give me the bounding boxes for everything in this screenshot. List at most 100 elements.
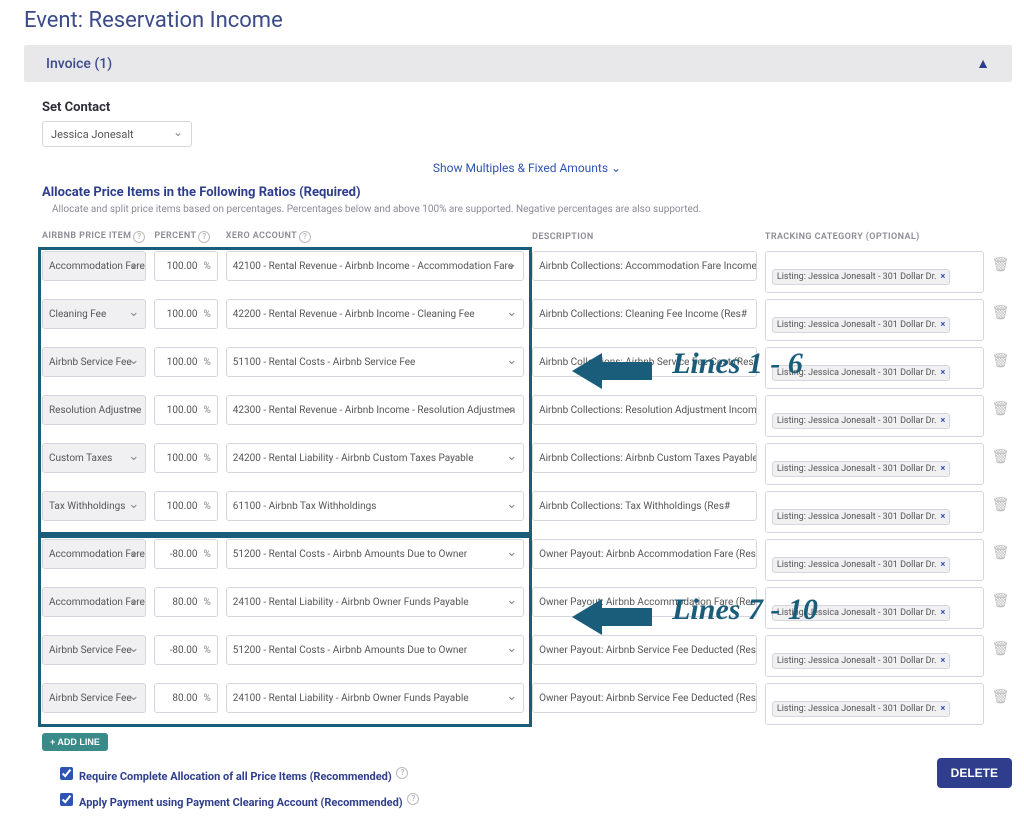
tracking-category-input[interactable]: Listing: Jessica Jonesalt - 301 Dollar D…: [765, 443, 984, 485]
trash-icon[interactable]: 🗑: [992, 395, 1004, 417]
tracking-category-input[interactable]: Listing: Jessica Jonesalt - 301 Dollar D…: [765, 395, 984, 437]
tracking-tag: Listing: Jessica Jonesalt - 301 Dollar D…: [772, 269, 950, 285]
help-icon[interactable]: ?: [299, 231, 311, 243]
price-item-select[interactable]: Accommodation Fare: [42, 251, 146, 281]
check-apply-payment-box[interactable]: [60, 793, 73, 806]
chevron-down-icon: ⌄: [611, 161, 621, 175]
table-row: Custom Taxes 100.00% 24200 - Rental Liabil…: [42, 443, 1012, 485]
price-item-select[interactable]: Airbnb Service Fee: [42, 635, 146, 665]
percent-input[interactable]: 80.00%: [154, 683, 217, 713]
page-title: Event: Reservation Income: [24, 8, 1012, 33]
description-input[interactable]: Airbnb Collections: Resolution Adjustmen…: [532, 395, 757, 425]
tracking-category-input[interactable]: Listing: Jessica Jonesalt - 301 Dollar D…: [765, 539, 984, 581]
add-line-button[interactable]: + ADD LINE: [42, 733, 108, 751]
description-input[interactable]: Airbnb Collections: Airbnb Custom Taxes …: [532, 443, 757, 473]
table-row: Airbnb Service Fee 80.00% 24100 - Rental L…: [42, 683, 1012, 725]
percent-input[interactable]: 80.00%: [154, 587, 217, 617]
xero-account-select[interactable]: 42200 - Rental Revenue - Airbnb Income -…: [226, 299, 524, 329]
allocate-subtext: Allocate and split price items based on …: [52, 204, 1012, 215]
remove-tag-icon[interactable]: ×: [940, 656, 945, 666]
percent-input[interactable]: -80.00%: [154, 635, 217, 665]
col-percent-header: PERCENT: [154, 231, 196, 241]
description-input[interactable]: Airbnb Collections: Accommodation Fare I…: [532, 251, 757, 281]
xero-account-select[interactable]: 51100 - Rental Costs - Airbnb Service Fe…: [226, 347, 524, 377]
delete-button[interactable]: DELETE: [937, 758, 1012, 788]
xero-account-select[interactable]: 51200 - Rental Costs - Airbnb Amounts Du…: [226, 635, 524, 665]
remove-tag-icon[interactable]: ×: [940, 416, 945, 426]
description-input[interactable]: Owner Payout: Airbnb Service Fee Deducte…: [532, 635, 757, 665]
trash-icon[interactable]: 🗑: [992, 635, 1004, 657]
percent-input[interactable]: 100.00%: [154, 299, 217, 329]
description-input[interactable]: Airbnb Collections: Cleaning Fee Income …: [532, 299, 757, 329]
tracking-category-input[interactable]: Listing: Jessica Jonesalt - 301 Dollar D…: [765, 251, 984, 293]
help-icon[interactable]: ?: [407, 793, 419, 805]
remove-tag-icon[interactable]: ×: [940, 320, 945, 330]
show-multiples-link[interactable]: Show Multiples & Fixed Amounts ⌄: [433, 161, 621, 175]
price-item-select[interactable]: Cleaning Fee: [42, 299, 146, 329]
remove-tag-icon[interactable]: ×: [940, 704, 945, 714]
tracking-category-input[interactable]: Listing: Jessica Jonesalt - 301 Dollar D…: [765, 491, 984, 533]
check-complete-allocation[interactable]: Require Complete Allocation of all Price…: [60, 767, 1012, 783]
description-input[interactable]: Airbnb Collections: Tax Withholdings (Re…: [532, 491, 757, 521]
remove-tag-icon[interactable]: ×: [940, 368, 945, 378]
help-icon[interactable]: ?: [133, 231, 145, 243]
trash-icon[interactable]: 🗑: [992, 251, 1004, 273]
percent-input[interactable]: 100.00%: [154, 347, 217, 377]
tracking-category-input[interactable]: Listing: Jessica Jonesalt - 301 Dollar D…: [765, 635, 984, 677]
percent-input[interactable]: 100.00%: [154, 251, 217, 281]
trash-icon[interactable]: 🗑: [992, 491, 1004, 513]
xero-account-select[interactable]: 24200 - Rental Liability - Airbnb Custom…: [226, 443, 524, 473]
remove-tag-icon[interactable]: ×: [940, 272, 945, 282]
remove-tag-icon[interactable]: ×: [940, 512, 945, 522]
help-icon[interactable]: ?: [198, 231, 210, 243]
check-apply-payment[interactable]: Apply Payment using Payment Clearing Acc…: [60, 793, 1012, 809]
percent-input[interactable]: 100.00%: [154, 443, 217, 473]
price-item-select[interactable]: Accommodation Fare: [42, 539, 146, 569]
invoice-label: Invoice (1): [46, 56, 112, 72]
trash-icon[interactable]: 🗑: [992, 539, 1004, 561]
trash-icon[interactable]: 🗑: [992, 347, 1004, 369]
price-item-select[interactable]: Airbnb Service Fee: [42, 683, 146, 713]
check-complete-allocation-box[interactable]: [60, 767, 73, 780]
tracking-category-input[interactable]: Listing: Jessica Jonesalt - 301 Dollar D…: [765, 299, 984, 341]
remove-tag-icon[interactable]: ×: [940, 464, 945, 474]
contact-value: Jessica Jonesalt: [51, 128, 134, 141]
xero-account-select[interactable]: 61100 - Airbnb Tax Withholdings: [226, 491, 524, 521]
description-input[interactable]: Owner Payout: Airbnb Service Fee Deducte…: [532, 683, 757, 713]
xero-account-select[interactable]: 24100 - Rental Liability - Airbnb Owner …: [226, 587, 524, 617]
col-account-header: XERO ACCOUNT: [226, 231, 297, 241]
table-row: Airbnb Service Fee -80.00% 51200 - Rental …: [42, 635, 1012, 677]
col-tracking-header: TRACKING CATEGORY (OPTIONAL): [765, 232, 920, 242]
description-input[interactable]: Owner Payout: Airbnb Accommodation Fare …: [532, 539, 757, 569]
tracking-tag: Listing: Jessica Jonesalt - 301 Dollar D…: [772, 557, 950, 573]
annotation-text-1: Lines 1 - 6: [672, 347, 803, 381]
xero-account-select[interactable]: 42300 - Rental Revenue - Airbnb Income -…: [226, 395, 524, 425]
xero-account-select[interactable]: 24100 - Rental Liability - Airbnb Owner …: [226, 683, 524, 713]
annotation-arrow-1: [572, 353, 652, 389]
percent-input[interactable]: 100.00%: [154, 491, 217, 521]
annotation-text-2: Lines 7 - 10: [672, 593, 818, 627]
tracking-category-input[interactable]: Listing: Jessica Jonesalt - 301 Dollar D…: [765, 683, 984, 725]
table-row: Tax Withholdings 100.00% 61100 - Airbnb Ta…: [42, 491, 1012, 533]
price-item-select[interactable]: Custom Taxes: [42, 443, 146, 473]
price-item-select[interactable]: Airbnb Service Fee: [42, 347, 146, 377]
trash-icon[interactable]: 🗑: [992, 443, 1004, 465]
trash-icon[interactable]: 🗑: [992, 299, 1004, 321]
xero-account-select[interactable]: 42100 - Rental Revenue - Airbnb Income -…: [226, 251, 524, 281]
price-item-select[interactable]: Resolution Adjustme: [42, 395, 146, 425]
percent-input[interactable]: 100.00%: [154, 395, 217, 425]
tracking-tag: Listing: Jessica Jonesalt - 301 Dollar D…: [772, 461, 950, 477]
table-row: Accommodation Fare 100.00% 42100 - Rental …: [42, 251, 1012, 293]
trash-icon[interactable]: 🗑: [992, 587, 1004, 609]
help-icon[interactable]: ?: [396, 767, 408, 779]
trash-icon[interactable]: 🗑: [992, 683, 1004, 705]
xero-account-select[interactable]: 51200 - Rental Costs - Airbnb Amounts Du…: [226, 539, 524, 569]
percent-input[interactable]: -80.00%: [154, 539, 217, 569]
remove-tag-icon[interactable]: ×: [940, 560, 945, 570]
remove-tag-icon[interactable]: ×: [940, 608, 945, 618]
price-item-select[interactable]: Tax Withholdings: [42, 491, 146, 521]
chevron-up-icon: ▲: [976, 55, 990, 72]
contact-select[interactable]: Jessica Jonesalt: [42, 121, 192, 147]
invoice-accordion-header[interactable]: Invoice (1) ▲: [24, 45, 1012, 82]
price-item-select[interactable]: Accommodation Fare: [42, 587, 146, 617]
